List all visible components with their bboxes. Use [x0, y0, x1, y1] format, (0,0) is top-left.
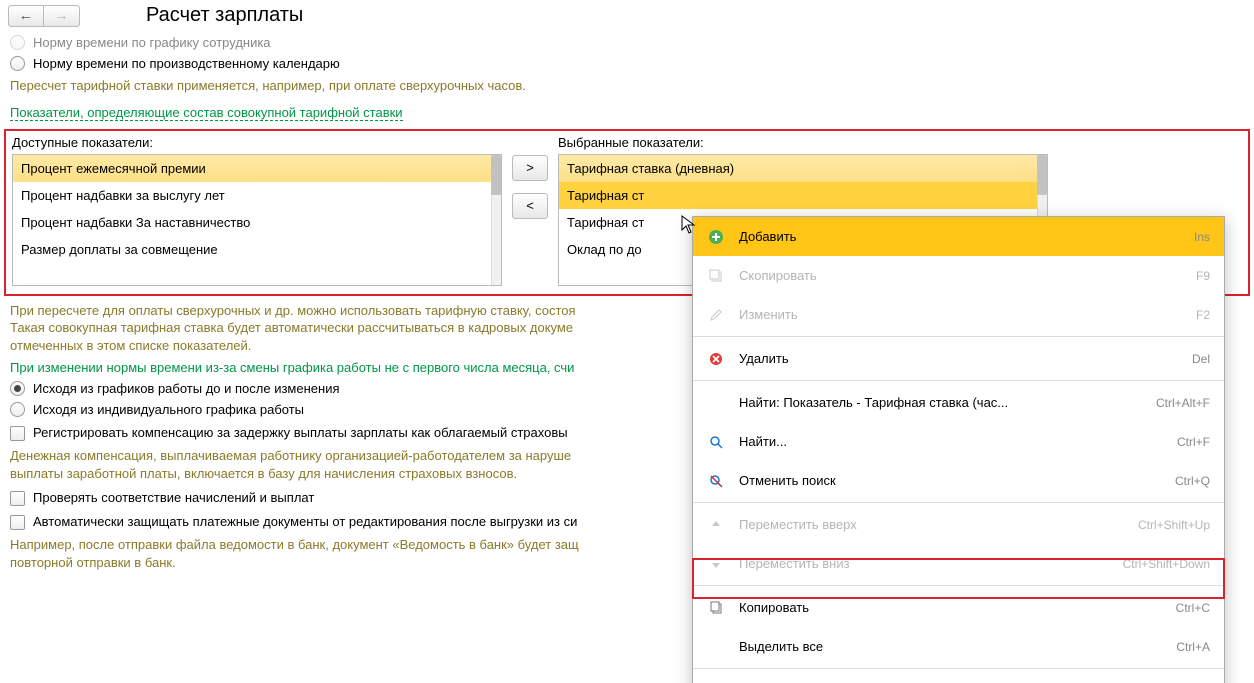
menu-find[interactable]: Найти... Ctrl+F [693, 422, 1224, 461]
available-label: Доступные показатели: [12, 135, 502, 150]
menu-cancel-find[interactable]: Отменить поиск Ctrl+Q [693, 461, 1224, 500]
arrow-up-icon [707, 519, 725, 531]
radio-norm-graph[interactable]: Норму времени по графику сотрудника [10, 34, 1244, 50]
radio-icon [10, 56, 25, 71]
menu-shortcut: Ctrl+C [1176, 601, 1210, 615]
checkbox-icon [10, 515, 25, 530]
check-label: Автоматически защищать платежные докумен… [33, 514, 577, 529]
menu-label: Копировать [739, 600, 1162, 615]
page-title: Расчет зарплаты [146, 4, 303, 27]
menu-shortcut: Ctrl+Shift+Down [1123, 557, 1210, 571]
checkbox-icon [10, 426, 25, 441]
menu-clone: Скопировать F9 [693, 256, 1224, 295]
menu-separator [693, 336, 1224, 337]
toolbar: ← → Расчет зарплаты [0, 0, 1254, 31]
menu-shortcut: F2 [1196, 308, 1210, 322]
clipboard-icon [707, 601, 725, 615]
checkbox-icon [10, 491, 25, 506]
list-item[interactable]: Размер доплаты за совмещение [13, 236, 501, 263]
menu-shortcut: Ctrl+Alt+F [1156, 396, 1210, 410]
menu-edit: Изменить F2 [693, 295, 1224, 334]
cursor-icon [681, 215, 697, 240]
menu-shortcut: Ctrl+Q [1175, 474, 1210, 488]
available-list[interactable]: Процент ежемесячной премии Процент надба… [12, 154, 502, 286]
check-label: Регистрировать компенсацию за задержку в… [33, 425, 568, 440]
search-icon [707, 435, 725, 449]
menu-shortcut: Ctrl+Shift+Up [1138, 518, 1210, 532]
selected-label: Выбранные показатели: [558, 135, 1048, 150]
menu-label: Переместить вверх [739, 517, 1124, 532]
menu-separator [693, 502, 1224, 503]
menu-move-up: Переместить вверх Ctrl+Shift+Up [693, 505, 1224, 544]
menu-label: Изменить [739, 307, 1182, 322]
menu-separator [693, 668, 1224, 669]
menu-label: Переместить вниз [739, 556, 1109, 571]
menu-label: Найти... [739, 434, 1163, 449]
indicators-link[interactable]: Показатели, определяющие состав совокупн… [10, 105, 403, 121]
radio-label: Норму времени по графику сотрудника [33, 35, 271, 50]
scrollbar[interactable] [491, 155, 501, 285]
arrow-down-icon [707, 558, 725, 570]
menu-label: Найти: Показатель - Тарифная ставка (час… [739, 395, 1142, 410]
radio-label: Исходя из графиков работы до и после изм… [33, 381, 340, 396]
plus-circle-icon [707, 229, 725, 245]
list-item[interactable]: Процент надбавки за выслугу лет [13, 182, 501, 209]
menu-label: Скопировать [739, 268, 1182, 283]
menu-label: Добавить [739, 229, 1180, 244]
menu-shortcut: F9 [1196, 269, 1210, 283]
move-right-button[interactable]: > [512, 155, 548, 181]
available-col: Доступные показатели: Процент ежемесячно… [12, 135, 502, 286]
menu-separator [693, 380, 1224, 381]
nav-group: ← → [8, 5, 80, 27]
radio-icon [10, 402, 25, 417]
menu-separator [693, 585, 1224, 586]
radio-label: Норму времени по производственному кален… [33, 56, 340, 71]
pencil-icon [707, 308, 725, 322]
menu-shortcut: Ctrl+A [1176, 640, 1210, 654]
context-menu: Добавить Ins Скопировать F9 Изменить F2 … [692, 216, 1225, 683]
menu-shortcut: Ins [1194, 230, 1210, 244]
menu-label: Удалить [739, 351, 1178, 366]
menu-shortcut: Del [1192, 352, 1210, 366]
info-hint-1: Пересчет тарифной ставки применяется, на… [10, 77, 1244, 95]
nav-forward-button[interactable]: → [44, 5, 80, 27]
menu-search-everywhere[interactable]: Искать везде Alt+L [693, 671, 1224, 683]
menu-select-all[interactable]: Выделить все Ctrl+A [693, 627, 1224, 666]
radio-label: Исходя из индивидуального графика работы [33, 402, 304, 417]
menu-label: Отменить поиск [739, 473, 1161, 488]
list-item[interactable]: Процент надбавки За наставничество [13, 209, 501, 236]
radio-norm-calendar[interactable]: Норму времени по производственному кален… [10, 56, 1244, 71]
search-cancel-icon [707, 474, 725, 488]
menu-find-full[interactable]: Найти: Показатель - Тарифная ставка (час… [693, 383, 1224, 422]
menu-delete[interactable]: Удалить Del [693, 339, 1224, 378]
radio-icon [10, 35, 25, 50]
menu-move-down: Переместить вниз Ctrl+Shift+Down [693, 544, 1224, 583]
list-item[interactable]: Тарифная ставка (дневная) [559, 155, 1047, 182]
menu-shortcut: Ctrl+F [1177, 435, 1210, 449]
list-item[interactable]: Тарифная ст [559, 182, 1047, 209]
move-left-button[interactable]: < [512, 193, 548, 219]
delete-icon [707, 352, 725, 366]
check-label: Проверять соответствие начислений и выпл… [33, 490, 314, 505]
radio-icon [10, 381, 25, 396]
menu-add[interactable]: Добавить Ins [693, 217, 1224, 256]
menu-copy[interactable]: Копировать Ctrl+C [693, 588, 1224, 627]
copy-icon [707, 269, 725, 283]
transfer-buttons: > < [512, 155, 548, 219]
list-item[interactable]: Процент ежемесячной премии [13, 155, 501, 182]
menu-label: Выделить все [739, 639, 1162, 654]
nav-back-button[interactable]: ← [8, 5, 44, 27]
